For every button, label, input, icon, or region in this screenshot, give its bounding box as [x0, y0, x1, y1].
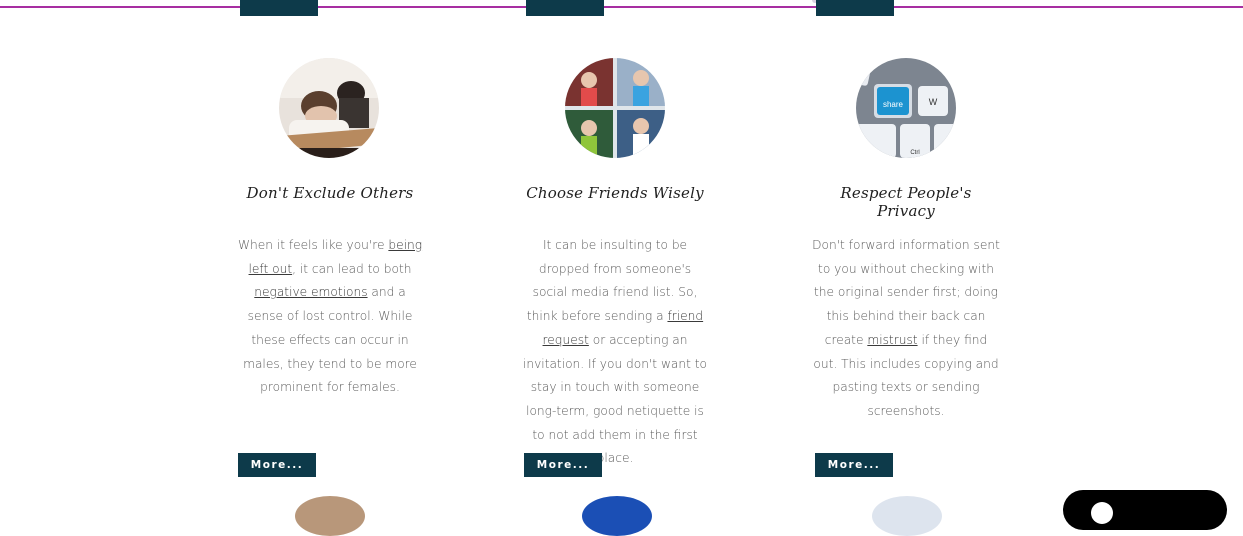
card-title: Choose Friends Wisely — [526, 184, 704, 202]
more-button[interactable]: More... — [238, 453, 316, 477]
more-button-previous-row[interactable] — [240, 0, 318, 16]
card-body: Don't forward information sent to you wi… — [812, 238, 1000, 418]
svg-text:W: W — [929, 97, 938, 107]
more-button[interactable]: More... — [815, 453, 893, 477]
svg-text:Ctrl: Ctrl — [910, 150, 919, 156]
accent-divider — [0, 6, 1243, 8]
more-button-previous-row[interactable] — [816, 0, 894, 16]
next-card-photo-icon — [582, 496, 652, 536]
link-mistrust[interactable]: mistrust — [867, 333, 917, 347]
card-body: It can be insulting to be dropped from s… — [522, 238, 708, 466]
students-sleeping-photo-icon — [279, 58, 379, 158]
chat-icon — [1091, 502, 1113, 524]
card-body: When it feels like you're being left out… — [237, 238, 423, 395]
share-keyboard-photo-icon: share W Ctrl — [856, 58, 956, 158]
svg-text:share: share — [883, 100, 904, 109]
more-button[interactable]: More... — [524, 453, 602, 477]
next-card-photo-icon — [872, 496, 942, 536]
chat-widget-button[interactable] — [1063, 490, 1227, 530]
next-card-photo-icon — [295, 496, 365, 536]
friends-collage-photo-icon — [565, 58, 665, 158]
more-button-previous-row[interactable] — [526, 0, 604, 16]
card-title: Don't Exclude Others — [246, 184, 414, 202]
card-title: Respect People's Privacy — [840, 184, 972, 220]
link-negative-emotions[interactable]: negative emotions — [254, 285, 367, 299]
